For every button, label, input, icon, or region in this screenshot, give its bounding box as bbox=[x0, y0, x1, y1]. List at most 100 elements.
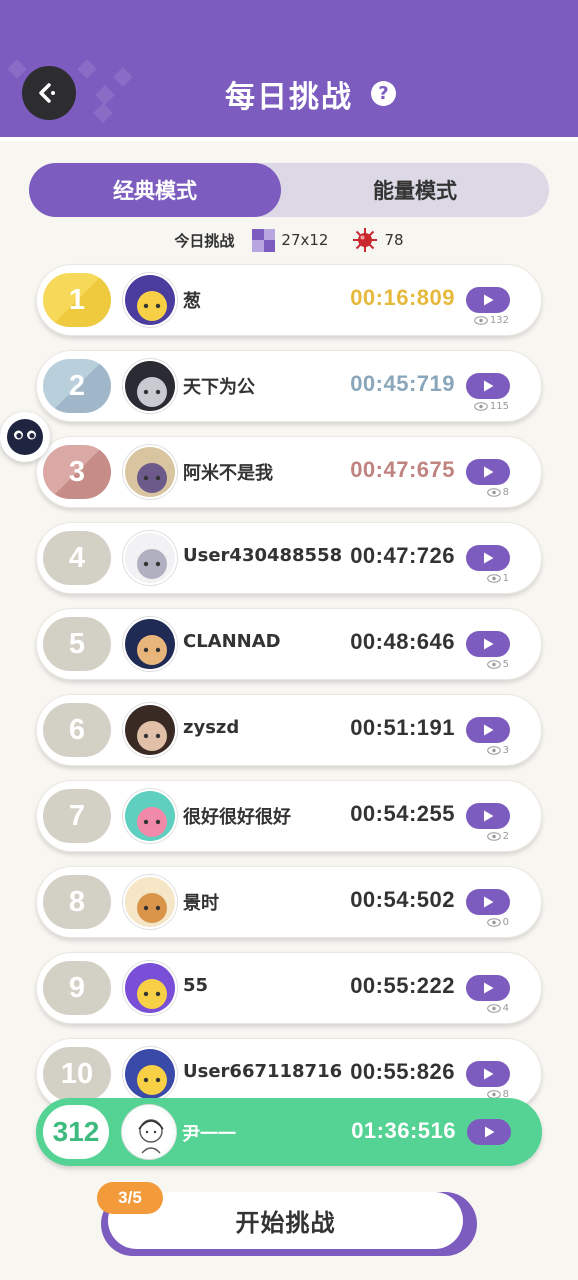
completion-time: 00:47:675 bbox=[350, 457, 455, 482]
completion-time: 00:48:646 bbox=[350, 629, 455, 654]
mine-count: 78 bbox=[384, 231, 404, 249]
view-count-value: 5 bbox=[502, 659, 509, 670]
leaderboard-row[interactable]: 4 User430488558 00:47:726 1 bbox=[36, 522, 542, 594]
leaderboard-row[interactable]: 6 zyszd 00:51:191 3 bbox=[36, 694, 542, 766]
eye-icon bbox=[486, 832, 501, 841]
username: 天下为公 bbox=[183, 377, 255, 398]
replay-button[interactable] bbox=[466, 889, 510, 915]
play-icon bbox=[483, 982, 493, 994]
challenge-info: 今日挑战 27x12 78 bbox=[0, 226, 578, 254]
rank-badge: 3 bbox=[43, 445, 111, 499]
replay-button[interactable] bbox=[466, 631, 510, 657]
play-icon bbox=[483, 810, 493, 822]
view-count-value: 3 bbox=[502, 745, 509, 756]
play-icon bbox=[483, 638, 493, 650]
view-count-value: 115 bbox=[489, 401, 509, 412]
view-count: 115 bbox=[474, 401, 509, 412]
completion-time: 00:54:502 bbox=[350, 887, 455, 912]
eye-icon bbox=[486, 488, 501, 497]
rank-badge: 9 bbox=[43, 961, 111, 1015]
leaderboard-row[interactable]: 1 葱 00:16:809 132 bbox=[36, 264, 542, 336]
username: zyszd bbox=[183, 717, 240, 738]
my-avatar bbox=[122, 1105, 176, 1159]
play-icon bbox=[483, 896, 493, 908]
my-replay-button[interactable] bbox=[467, 1119, 511, 1145]
leaderboard-row[interactable]: 7 很好很好很好 00:54:255 2 bbox=[36, 780, 542, 852]
leaderboard-row[interactable]: 9 55 00:55:222 4 bbox=[36, 952, 542, 1024]
eye-icon bbox=[486, 918, 501, 927]
username: User430488558 bbox=[183, 545, 343, 566]
completion-time: 00:55:222 bbox=[350, 973, 455, 998]
replay-button[interactable] bbox=[466, 545, 510, 571]
replay-button[interactable] bbox=[466, 975, 510, 1001]
rank-badge: 2 bbox=[43, 359, 111, 413]
view-count: 8 bbox=[486, 487, 509, 498]
user-avatar bbox=[123, 1047, 177, 1101]
replay-button[interactable] bbox=[466, 287, 510, 313]
mine-icon bbox=[353, 228, 378, 252]
username: 阿米不是我 bbox=[183, 463, 273, 484]
tab-classic-mode[interactable]: 经典模式 bbox=[29, 163, 281, 217]
eye-icon bbox=[486, 574, 501, 583]
username: 景时 bbox=[183, 893, 219, 914]
play-icon bbox=[483, 1068, 493, 1080]
mascot-face-icon bbox=[7, 419, 43, 455]
username: 葱 bbox=[183, 291, 201, 312]
board-size-value: 27x12 bbox=[281, 231, 329, 249]
completion-time: 00:51:191 bbox=[350, 715, 455, 740]
play-icon bbox=[483, 724, 493, 736]
username: User667118716 bbox=[183, 1061, 343, 1082]
user-avatar bbox=[123, 273, 177, 327]
user-avatar bbox=[123, 617, 177, 671]
replay-button[interactable] bbox=[466, 717, 510, 743]
mode-tabs: 经典模式 能量模式 bbox=[29, 163, 549, 217]
board-size-icon bbox=[252, 228, 276, 252]
leaderboard-row[interactable]: 3 阿米不是我 00:47:675 8 bbox=[36, 436, 542, 508]
play-icon bbox=[484, 1126, 494, 1138]
rank-badge: 5 bbox=[43, 617, 111, 671]
view-count-value: 4 bbox=[502, 1003, 509, 1014]
replay-button[interactable] bbox=[466, 1061, 510, 1087]
view-count: 5 bbox=[486, 659, 509, 670]
eye-icon bbox=[486, 1004, 501, 1013]
view-count-value: 1 bbox=[502, 573, 509, 584]
leaderboard-row[interactable]: 5 CLANNAD 00:48:646 5 bbox=[36, 608, 542, 680]
eye-icon bbox=[486, 660, 501, 669]
user-avatar bbox=[123, 961, 177, 1015]
tab-energy-mode[interactable]: 能量模式 bbox=[281, 163, 549, 217]
user-avatar bbox=[123, 875, 177, 929]
completion-time: 00:54:255 bbox=[350, 801, 455, 826]
completion-time: 00:45:719 bbox=[350, 371, 455, 396]
play-icon bbox=[483, 552, 493, 564]
view-count-value: 0 bbox=[502, 917, 509, 928]
rank-badge: 8 bbox=[43, 875, 111, 929]
leaderboard-row[interactable]: 2 天下为公 00:45:719 115 bbox=[36, 350, 542, 422]
replay-button[interactable] bbox=[466, 459, 510, 485]
view-count: 2 bbox=[486, 831, 509, 842]
eye-icon bbox=[474, 316, 488, 325]
user-avatar bbox=[123, 359, 177, 413]
play-icon bbox=[483, 466, 493, 478]
leaderboard-row[interactable]: 8 景时 00:54:502 0 bbox=[36, 866, 542, 938]
user-avatar bbox=[123, 445, 177, 499]
play-icon bbox=[483, 380, 493, 392]
help-icon[interactable]: ? bbox=[371, 81, 396, 106]
rank-badge: 4 bbox=[43, 531, 111, 585]
page-title: 每日挑战 bbox=[225, 80, 353, 115]
my-rank: 312 bbox=[43, 1105, 109, 1159]
my-username: 尹一一 bbox=[182, 1124, 236, 1145]
view-count-value: 2 bbox=[502, 831, 509, 842]
user-avatar bbox=[123, 531, 177, 585]
user-avatar bbox=[123, 703, 177, 757]
completion-time: 00:16:809 bbox=[350, 285, 455, 310]
floating-assistant-button[interactable] bbox=[0, 412, 50, 462]
rank-badge: 7 bbox=[43, 789, 111, 843]
play-icon bbox=[483, 294, 493, 306]
replay-button[interactable] bbox=[466, 373, 510, 399]
my-rank-row[interactable]: 312 尹一一 01:36:516 bbox=[36, 1098, 542, 1166]
username: 55 bbox=[183, 975, 209, 996]
replay-button[interactable] bbox=[466, 803, 510, 829]
eye-icon bbox=[474, 402, 488, 411]
username: CLANNAD bbox=[183, 631, 281, 652]
view-count: 1 bbox=[486, 573, 509, 584]
